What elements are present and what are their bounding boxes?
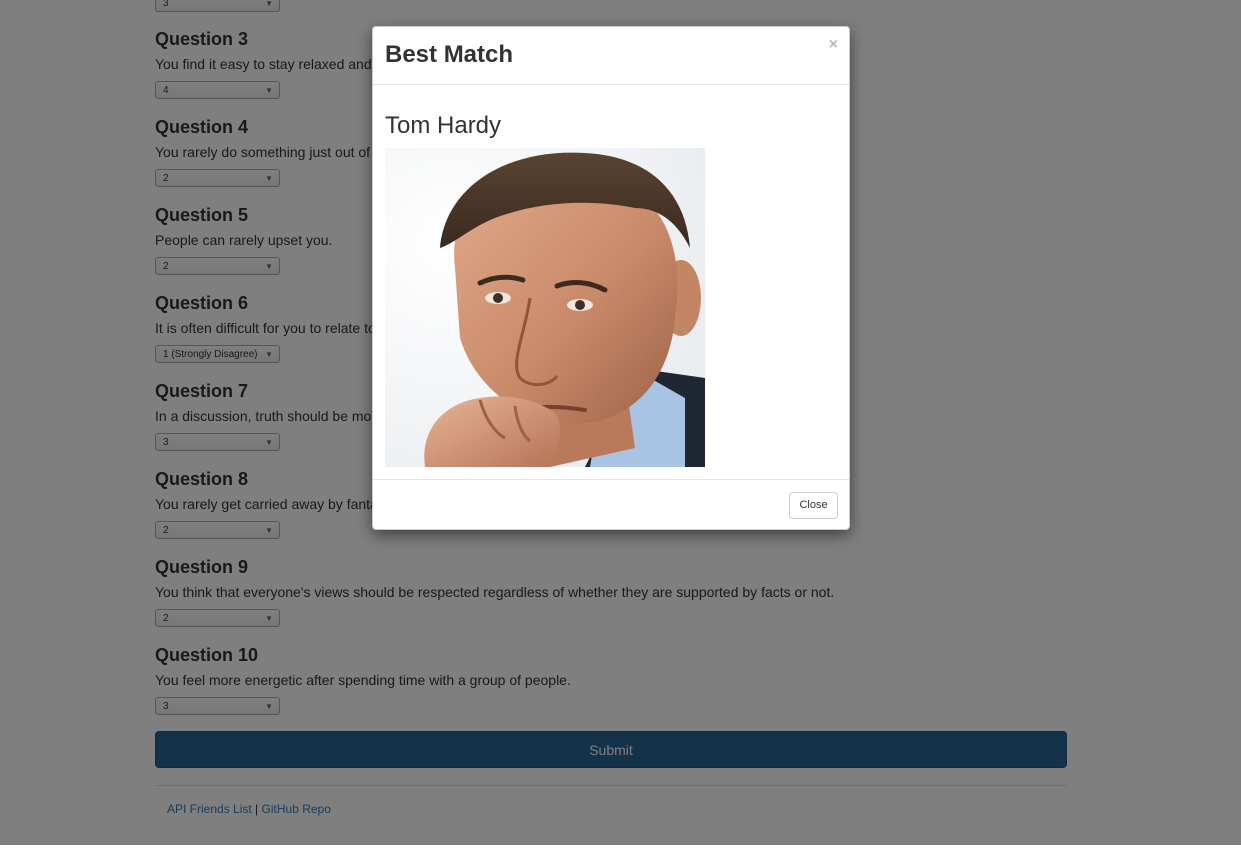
best-match-modal: Best Match × Tom Hardy Close	[372, 26, 850, 530]
page: 3 ▼ Question 3 You find it easy to stay …	[0, 0, 1241, 848]
close-icon[interactable]: ×	[829, 36, 838, 54]
match-name: Tom Hardy	[385, 112, 502, 139]
modal-footer: Close	[373, 479, 849, 529]
modal-header: Best Match ×	[373, 27, 849, 85]
match-photo	[385, 148, 705, 467]
modal-title: Best Match	[385, 41, 514, 68]
portrait-photo	[385, 148, 705, 467]
close-button[interactable]: Close	[789, 492, 838, 519]
